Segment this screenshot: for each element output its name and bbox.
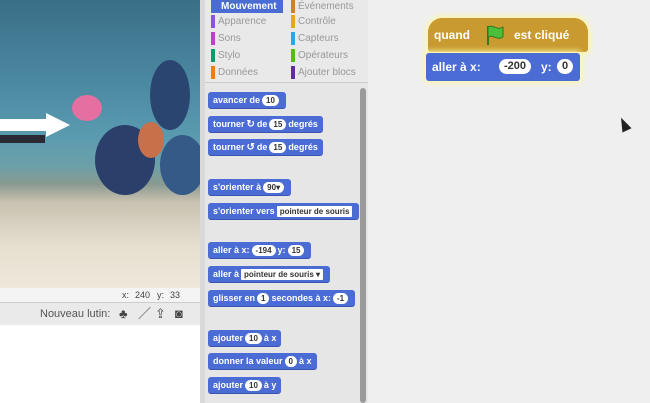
sprite-library-icon[interactable]: ♣ (119, 307, 128, 320)
goto-x-input[interactable]: -200 (499, 59, 532, 74)
block-point-direction[interactable]: s'orienter à 90▾ (208, 179, 292, 196)
category-operators[interactable]: Opérateurs (291, 49, 348, 62)
degrees-input[interactable]: 15 (269, 119, 287, 131)
paint-brush-icon[interactable]: ／ (138, 307, 151, 320)
turn-left-icon: ↺ (246, 142, 255, 153)
green-flag-icon (487, 25, 504, 45)
direction-dropdown[interactable]: 90▾ (263, 182, 285, 194)
block-glide[interactable]: glisser en 1 secondes à x: -1 (208, 290, 356, 307)
block-turn-right[interactable]: tourner ↻ de 15 degrés (208, 116, 323, 133)
x-input[interactable]: -1 (333, 293, 349, 305)
hat-when-label: quand (434, 28, 470, 42)
category-sensing[interactable]: Capteurs (291, 32, 339, 45)
upload-sprite-icon[interactable]: ⇪ (155, 307, 166, 320)
block-change-y[interactable]: ajouter 10 à y (208, 377, 282, 394)
arrow-sprite-icon[interactable] (46, 113, 70, 137)
block-goto-target[interactable]: aller à pointeur de souris ▾ (208, 266, 331, 283)
category-more-blocks[interactable]: Ajouter blocs (291, 66, 356, 79)
category-looks[interactable]: Apparence (211, 15, 266, 28)
turn-right-icon: ↻ (246, 119, 255, 130)
new-sprite-bar: Nouveau lutin: ♣ ／ ⇪ ◙ (0, 302, 200, 326)
new-sprite-label: Nouveau lutin: (40, 308, 111, 320)
block-categories: Mouvement Apparence Sons Stylo Données É… (205, 0, 368, 83)
coral-pink (72, 95, 102, 121)
block-change-x[interactable]: ajouter 10 à x (208, 330, 282, 347)
sprite-shadow (0, 135, 45, 143)
block-point-towards[interactable]: s'orienter vers pointeur de souris (208, 203, 360, 220)
block-turn-left[interactable]: tourner ↺ de 15 degrés (208, 139, 323, 156)
block-move-steps[interactable]: avancer de 10 (208, 92, 286, 109)
hat-clicked-label: est cliqué (514, 28, 570, 42)
x-value: 240 (135, 290, 151, 300)
block-goto-xy[interactable]: aller à x: -194 y: 15 (208, 242, 312, 259)
seaweed (150, 60, 190, 130)
degrees-input[interactable]: 15 (269, 142, 287, 154)
goto-y-input[interactable]: 0 (557, 59, 574, 74)
goto-y-label: y: (541, 60, 552, 74)
camera-icon[interactable]: ◙ (175, 307, 183, 320)
sprite-list (0, 325, 200, 403)
y-label: y: (157, 290, 165, 300)
stage[interactable] (0, 0, 200, 288)
stage-coordinates: x: 240 y: 33 (0, 288, 200, 302)
category-events[interactable]: Événements (291, 0, 354, 13)
reef (160, 135, 200, 195)
category-data[interactable]: Données (211, 66, 258, 79)
towards-dropdown[interactable]: pointeur de souris (276, 206, 353, 218)
change-input[interactable]: 10 (245, 380, 262, 392)
category-motion[interactable]: Mouvement (211, 0, 283, 13)
steps-input[interactable]: 10 (262, 95, 279, 107)
category-control[interactable]: Contrôle (291, 15, 336, 28)
palette-scrollbar[interactable] (360, 88, 366, 403)
category-pen[interactable]: Stylo (211, 49, 240, 62)
change-input[interactable]: 10 (245, 333, 262, 345)
x-input[interactable]: -194 (251, 245, 276, 257)
category-sound[interactable]: Sons (211, 32, 241, 45)
x-label: x: (122, 290, 130, 300)
coral-orange (138, 122, 164, 158)
target-dropdown[interactable]: pointeur de souris ▾ (241, 269, 324, 281)
value-input[interactable]: 0 (284, 356, 297, 368)
block-set-x[interactable]: donner la valeur 0 à x (208, 353, 317, 370)
when-flag-clicked-block[interactable]: quand est cliqué (428, 18, 588, 52)
goto-xy-script-block[interactable]: aller à x: -200 y: 0 (426, 53, 580, 81)
seconds-input[interactable]: 1 (257, 293, 270, 305)
y-value: 33 (170, 290, 181, 300)
arrow-sprite-shaft[interactable] (0, 119, 48, 131)
y-input[interactable]: 15 (287, 245, 305, 257)
goto-label: aller à x: (432, 60, 481, 74)
